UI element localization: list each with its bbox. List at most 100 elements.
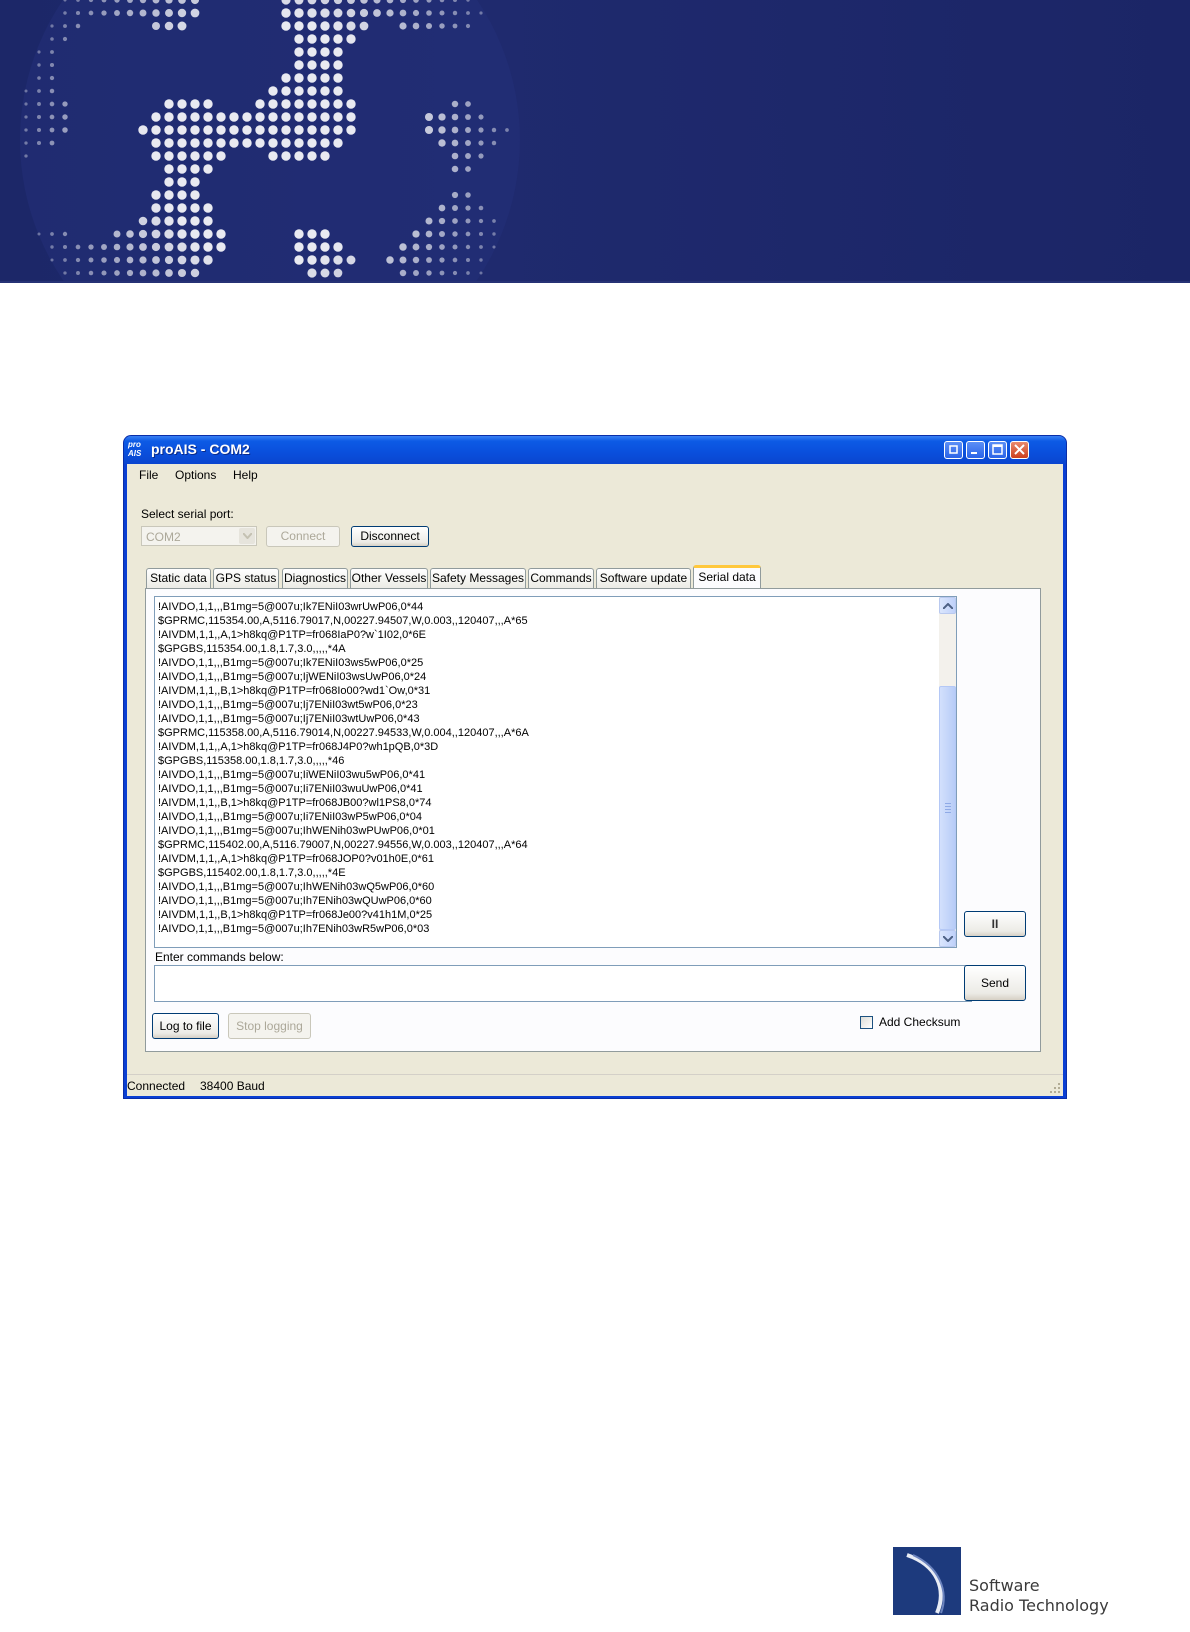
globe-dot	[203, 125, 213, 135]
globe-dot	[399, 269, 407, 277]
tab-serial-data[interactable]: Serial data	[693, 565, 761, 589]
globe-dot	[424, 125, 434, 135]
globe-dot	[62, 127, 68, 133]
globe-dot	[126, 269, 134, 277]
serial-line: !AIVDO,1,1,,,B1mg=5@007u;Ih7ENih03wR5wP0…	[158, 923, 430, 935]
globe-dot	[465, 140, 471, 146]
resize-grip-icon[interactable]	[1049, 1082, 1061, 1094]
globe-dot	[438, 204, 446, 212]
globe-dot	[492, 232, 496, 236]
tab-commands[interactable]: Commands	[528, 568, 594, 588]
globe-dot	[126, 256, 134, 264]
connect-button[interactable]: Connect	[266, 526, 340, 547]
serial-output-textbox[interactable]: !AIVDO,1,1,,,B1mg=5@007u;Ik7ENiI03wrUwP0…	[154, 596, 957, 948]
serial-line: !AIVDM,1,1,,A,1>h8kq@P1TP=fr068JOP0?v01h…	[158, 853, 434, 865]
globe-dot	[478, 153, 484, 159]
globe-dot	[203, 112, 213, 122]
tab-diagnostics[interactable]: Diagnostics	[282, 568, 348, 588]
globe-dot	[164, 242, 174, 252]
globe-dot	[320, 229, 330, 239]
globe-dot	[307, 86, 317, 96]
minimize-button[interactable]	[966, 441, 985, 459]
grip-line	[945, 803, 951, 804]
scroll-down-button[interactable]	[939, 930, 956, 947]
swoosh-icon	[906, 1553, 945, 1614]
globe-dot	[426, 270, 432, 276]
globe-dot	[451, 139, 459, 147]
globe-dot	[75, 244, 81, 250]
globe-dot	[333, 125, 343, 135]
globe-dot	[49, 127, 55, 133]
globe-dot	[114, 10, 120, 16]
serial-line: $GPGBS,115354.00,1.8,1.7,3.0,,,,,*4A	[158, 643, 346, 655]
stop-logging-button[interactable]: Stop logging	[228, 1013, 311, 1039]
pause-button[interactable]: II	[964, 911, 1026, 937]
globe-dot	[190, 138, 200, 148]
serial-line: !AIVDO,1,1,,,B1mg=5@007u;Ij7ENiI03wtUwP0…	[158, 713, 420, 725]
globe-dot	[190, 125, 200, 135]
menu-options[interactable]: Options	[175, 468, 216, 482]
title-bar[interactable]: pro AIS proAIS - COM2	[124, 436, 1066, 464]
menu-help[interactable]: Help	[233, 468, 258, 482]
globe-dot	[190, 229, 200, 239]
vertical-scrollbar[interactable]	[939, 597, 956, 947]
globe-dot	[479, 11, 483, 15]
globe-dot	[307, 229, 317, 239]
app-logo-icon: pro AIS	[128, 440, 148, 460]
disconnect-button[interactable]: Disconnect	[351, 526, 429, 547]
serial-line: !AIVDO,1,1,,,B1mg=5@007u;Ik7ENiI03ws5wP0…	[158, 657, 424, 669]
globe-dot	[333, 255, 343, 265]
menu-file[interactable]: File	[139, 468, 158, 482]
globe-dot	[399, 243, 407, 251]
globe-dot	[63, 258, 67, 262]
globe-dot	[101, 257, 107, 263]
globe-dot	[177, 138, 187, 148]
globe-dot	[294, 99, 304, 109]
globe-dot	[465, 218, 471, 224]
globe-dot	[190, 8, 200, 18]
globe-dot	[216, 242, 226, 252]
maximize-button[interactable]	[988, 441, 1007, 459]
restore-small-button[interactable]	[944, 441, 963, 459]
log-to-file-button[interactable]: Log to file	[152, 1013, 219, 1039]
globe-dot	[281, 112, 291, 122]
globe-dot	[307, 138, 317, 148]
dropdown-arrow[interactable]	[239, 528, 255, 544]
scroll-up-button[interactable]	[939, 597, 956, 614]
scroll-thumb[interactable]	[939, 686, 956, 930]
add-checksum-checkbox[interactable]	[860, 1016, 873, 1029]
globe-dot	[333, 242, 343, 252]
grip-line	[945, 812, 951, 813]
tab-software-update[interactable]: Software update	[596, 568, 691, 588]
globe-dot	[346, 112, 356, 122]
tab-gps-status[interactable]: GPS status	[213, 568, 279, 588]
globe-dot	[177, 203, 187, 213]
globe-dot	[49, 62, 55, 68]
globe-dot	[412, 22, 420, 30]
serial-port-value: COM2	[146, 530, 181, 544]
globe-dot	[451, 113, 459, 121]
globe-dot	[307, 255, 317, 265]
globe-dot	[151, 242, 161, 252]
globe-dot	[413, 270, 419, 276]
tab-safety-messages[interactable]: Safety Messages	[430, 568, 526, 588]
globe-dot	[75, 10, 81, 16]
globe-dot	[307, 34, 317, 44]
banner-divider	[0, 281, 1190, 283]
globe-dot	[307, 99, 317, 109]
globe-graphic	[20, 0, 520, 283]
tab-static-data[interactable]: Static data	[146, 568, 211, 588]
command-input[interactable]	[154, 965, 972, 1002]
maximize-icon	[992, 444, 1003, 455]
window-title: proAIS - COM2	[151, 441, 250, 457]
serial-port-select[interactable]: COM2	[141, 526, 257, 546]
close-button[interactable]	[1010, 441, 1029, 459]
tab-other-vessels[interactable]: Other Vessels	[350, 568, 428, 588]
globe-dot	[177, 21, 187, 31]
globe-dot	[151, 229, 161, 239]
globe-dot	[88, 257, 94, 263]
send-button[interactable]: Send	[964, 965, 1026, 1001]
globe-dot	[320, 99, 330, 109]
globe-dot	[294, 138, 304, 148]
globe-dot	[152, 269, 160, 277]
